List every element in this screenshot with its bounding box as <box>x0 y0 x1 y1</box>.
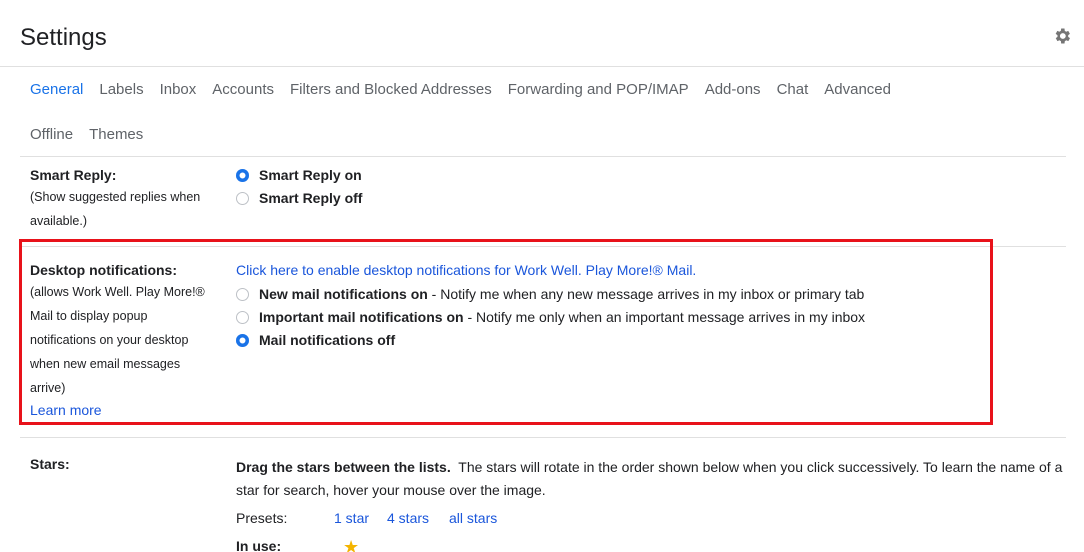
tab-offline[interactable]: Offline <box>30 126 73 143</box>
settings-page: Settings General Labels Inbox Accounts F… <box>0 0 1084 552</box>
yellow-star-icon[interactable]: ★ <box>343 538 359 552</box>
settings-tabs: General Labels Inbox Accounts Filters an… <box>30 80 1064 144</box>
highlight-box <box>19 239 993 425</box>
preset-all-stars-link[interactable]: all stars <box>449 510 497 526</box>
tab-row-1: General Labels Inbox Accounts Filters an… <box>30 80 1064 98</box>
tab-inbox[interactable]: Inbox <box>160 81 197 98</box>
tab-general[interactable]: General <box>30 81 83 98</box>
smart-reply-desc: (Show suggested replies when available.) <box>30 190 201 228</box>
tab-accounts[interactable]: Accounts <box>212 81 274 98</box>
tab-addons[interactable]: Add-ons <box>705 81 761 98</box>
tab-themes[interactable]: Themes <box>89 126 143 143</box>
radio-unchecked-icon[interactable] <box>236 191 249 205</box>
tabs-divider <box>20 156 1066 157</box>
tab-advanced[interactable]: Advanced <box>824 81 891 98</box>
stars-instructions: Drag the stars between the lists. The st… <box>236 459 1067 498</box>
gear-icon[interactable] <box>1052 26 1072 46</box>
stars-label: Stars: <box>30 456 70 472</box>
preset-4-stars-link[interactable]: 4 stars <box>387 510 429 526</box>
tab-filters[interactable]: Filters and Blocked Addresses <box>290 81 492 98</box>
tab-chat[interactable]: Chat <box>777 81 809 98</box>
radio-checked-icon[interactable] <box>236 168 249 182</box>
in-use-label: In use: <box>236 538 282 552</box>
presets-label: Presets: <box>236 510 288 526</box>
section-divider <box>20 437 1066 438</box>
smart-reply-label: Smart Reply: (Show suggested replies whe… <box>30 167 200 233</box>
tab-labels[interactable]: Labels <box>99 81 143 98</box>
smart-reply-off-option[interactable]: Smart Reply off <box>236 190 362 206</box>
page-title: Settings <box>20 24 107 51</box>
preset-1-star-link[interactable]: 1 star <box>334 510 369 526</box>
tab-row-2: Offline Themes <box>30 126 159 143</box>
header-divider <box>0 66 1084 67</box>
tab-forwarding[interactable]: Forwarding and POP/IMAP <box>508 81 689 98</box>
smart-reply-on-option[interactable]: Smart Reply on <box>236 167 362 183</box>
